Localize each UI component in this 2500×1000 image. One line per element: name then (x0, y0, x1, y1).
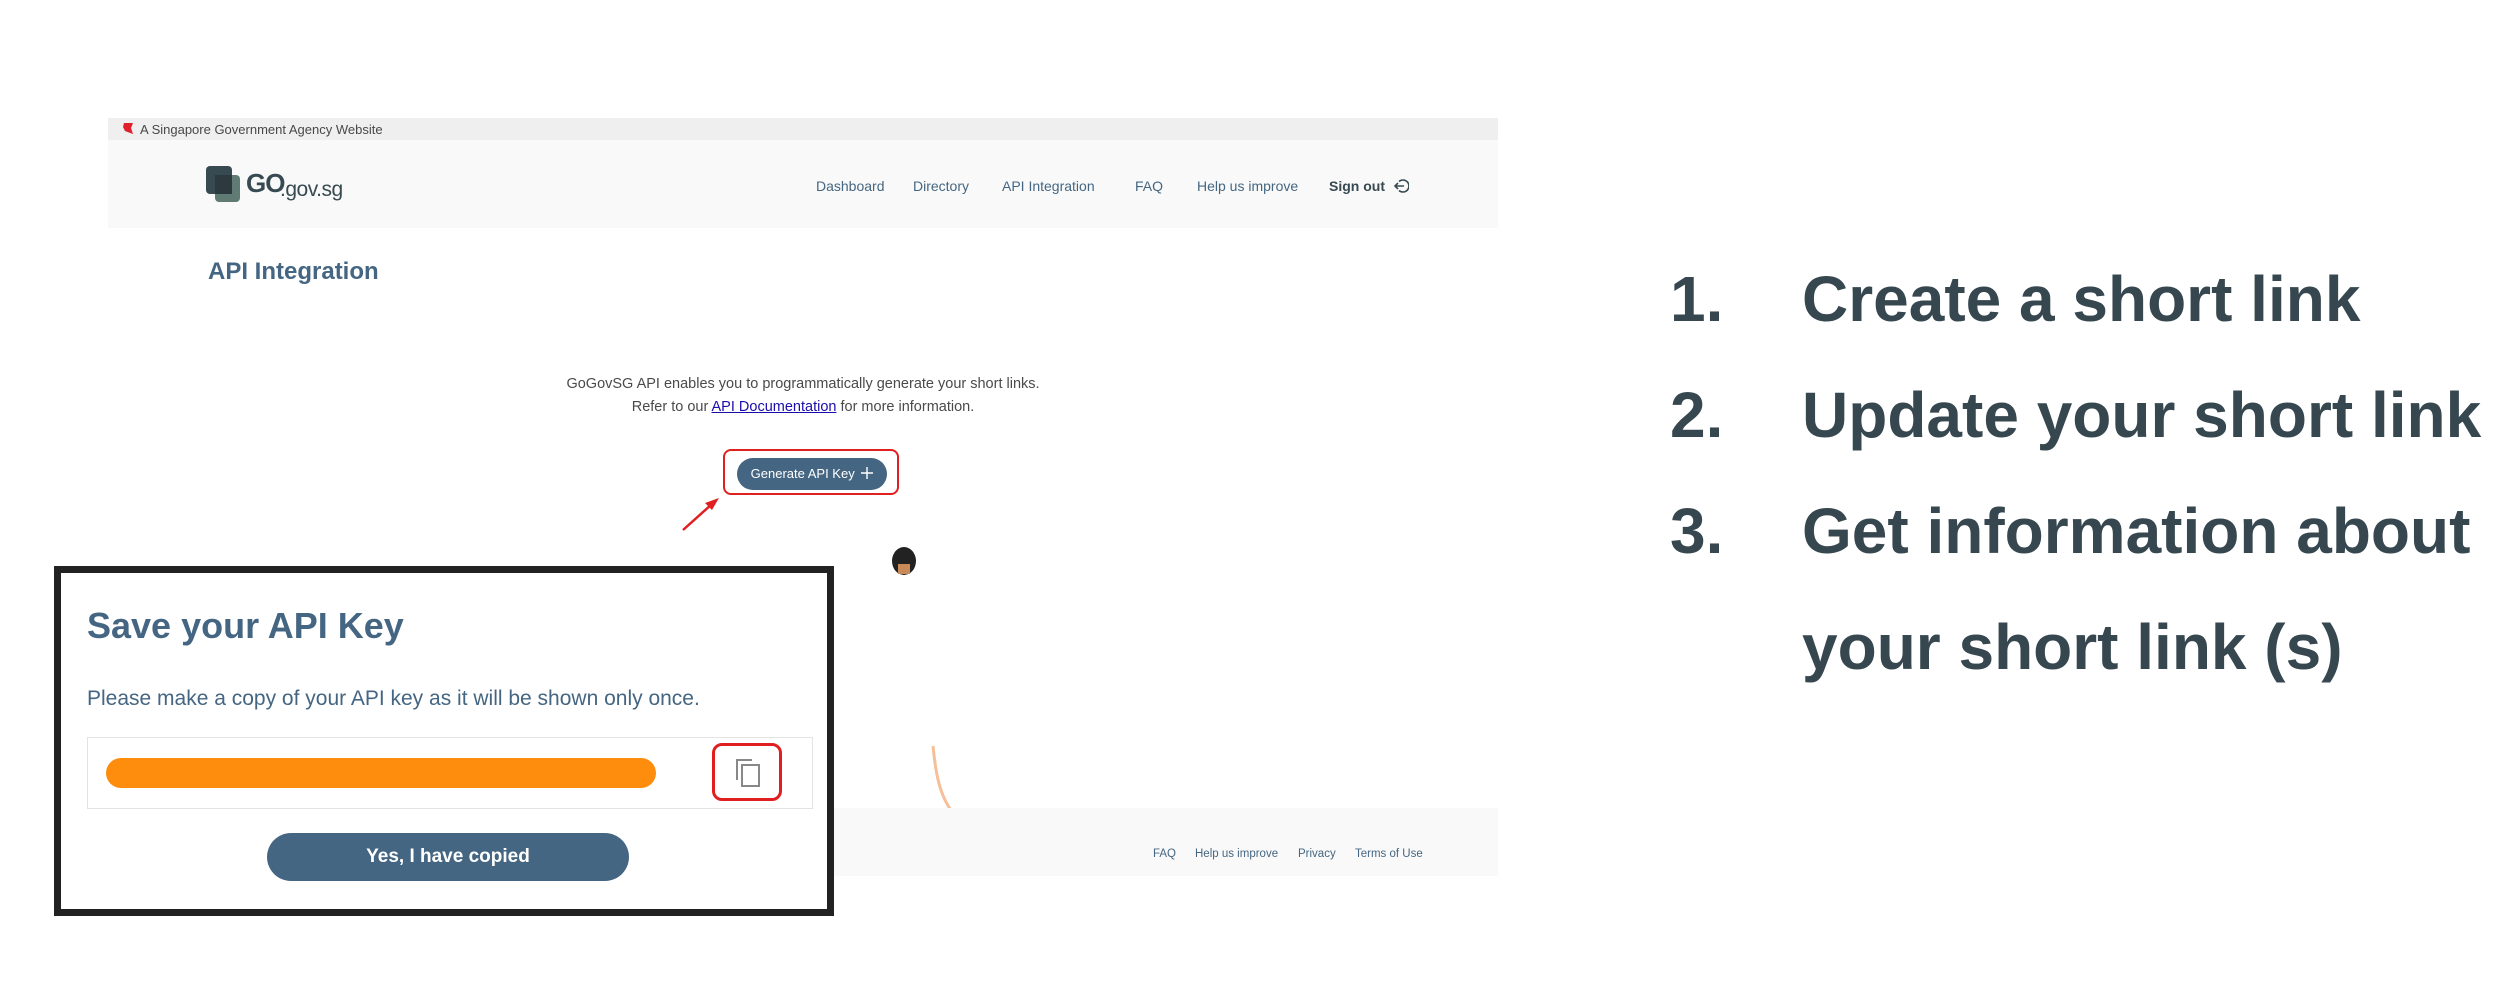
redacted-api-key (106, 758, 656, 788)
step-number: 3. (1670, 495, 1724, 567)
copy-api-key-button[interactable] (712, 743, 782, 801)
step-number: 2. (1670, 379, 1724, 451)
arrow-to-generate-button (682, 498, 719, 531)
save-api-key-modal: Save your API Key Please make a copy of … (54, 566, 834, 916)
step-number: 1. (1670, 263, 1724, 335)
confirm-copied-button[interactable]: Yes, I have copied (267, 833, 629, 881)
modal-description: Please make a copy of your API key as it… (87, 687, 700, 710)
modal-title: Save your API Key (87, 605, 404, 646)
api-key-field[interactable] (87, 737, 813, 809)
step-text: Update your short link (1802, 379, 2482, 451)
step-text: your short link (s) (1802, 611, 2343, 683)
step-text: Create a short link (1802, 263, 2361, 335)
copy-icon (736, 759, 760, 787)
step-text: Get information about (1802, 495, 2471, 567)
